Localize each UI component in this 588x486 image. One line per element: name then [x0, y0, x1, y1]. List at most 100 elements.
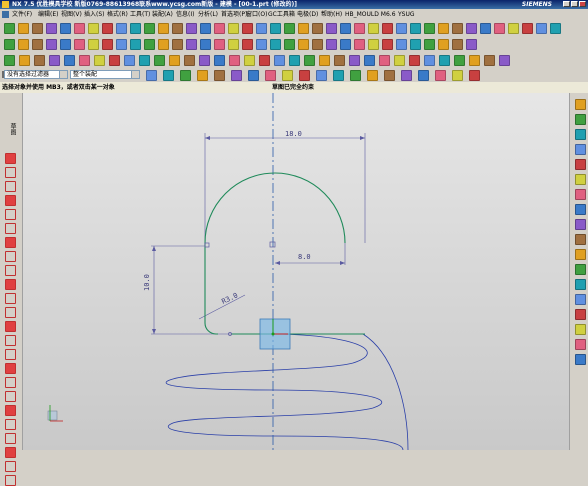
toolbar-3-tool-icon[interactable]	[484, 55, 495, 66]
menu-format[interactable]: 格式(R)	[107, 10, 128, 19]
toolbar-2-tool-icon[interactable]	[354, 39, 365, 50]
toolbar-2-tool-icon[interactable]	[172, 39, 183, 50]
toolbar-3-tool-icon[interactable]	[124, 55, 135, 66]
toolbar-2-tool-icon[interactable]	[326, 39, 337, 50]
toolbar-1-tool-icon[interactable]	[340, 23, 351, 34]
toolbar-3-tool-icon[interactable]	[4, 55, 15, 66]
toolbar-2-tool-icon[interactable]	[46, 39, 57, 50]
toolbar-3-tool-icon[interactable]	[274, 55, 285, 66]
toolbar-2-tool-icon[interactable]	[312, 39, 323, 50]
snap-point-tool-icon[interactable]	[265, 70, 276, 81]
toolbar-2-tool-icon[interactable]	[228, 39, 239, 50]
snap-point-tool-icon[interactable]	[435, 70, 446, 81]
toolbar-1-tool-icon[interactable]	[494, 23, 505, 34]
toolbar-3-tool-icon[interactable]	[499, 55, 510, 66]
type-filter-select[interactable]: 没有选择过滤器	[4, 70, 68, 79]
toolbar-3-tool-icon[interactable]	[184, 55, 195, 66]
toolbar-1-tool-icon[interactable]	[60, 23, 71, 34]
snap-point-tool-icon[interactable]	[197, 70, 208, 81]
sketch-canvas[interactable]: 18.0 8.0 10.0 R3.0	[23, 93, 569, 450]
sketch-curve-tool-icon[interactable]	[5, 321, 16, 332]
resource-tab-icon[interactable]	[575, 129, 586, 140]
resource-tab-icon[interactable]	[575, 99, 586, 110]
toolbar-2-tool-icon[interactable]	[130, 39, 141, 50]
toolbar-3-tool-icon[interactable]	[49, 55, 60, 66]
toolbar-3-tool-icon[interactable]	[19, 55, 30, 66]
toolbar-2-tool-icon[interactable]	[424, 39, 435, 50]
toolbar-2-tool-icon[interactable]	[410, 39, 421, 50]
resource-tab-icon[interactable]	[575, 189, 586, 200]
sketch-curve-tool-icon[interactable]	[5, 419, 16, 430]
menu-view[interactable]: 视图(V)	[61, 10, 82, 19]
toolbar-3-tool-icon[interactable]	[169, 55, 180, 66]
resource-tab-icon[interactable]	[575, 204, 586, 215]
toolbar-2-tool-icon[interactable]	[144, 39, 155, 50]
sketch-curve-tool-icon[interactable]	[5, 461, 16, 472]
toolbar-2-tool-icon[interactable]	[4, 39, 15, 50]
resource-tab-icon[interactable]	[575, 249, 586, 260]
resource-tab-icon[interactable]	[575, 159, 586, 170]
menu-help[interactable]: 帮助(H)	[321, 10, 342, 19]
menu-window[interactable]: 窗口(O)	[246, 10, 267, 19]
toolbar-2-tool-icon[interactable]	[102, 39, 113, 50]
toolbar-1-tool-icon[interactable]	[508, 23, 519, 34]
toolbar-1-tool-icon[interactable]	[368, 23, 379, 34]
toolbar-1-tool-icon[interactable]	[396, 23, 407, 34]
toolbar-2-tool-icon[interactable]	[396, 39, 407, 50]
toolbar-2-tool-icon[interactable]	[256, 39, 267, 50]
toolbar-3-tool-icon[interactable]	[154, 55, 165, 66]
snap-point-tool-icon[interactable]	[214, 70, 225, 81]
sketch-curve-tool-icon[interactable]	[5, 167, 16, 178]
resource-tab-icon[interactable]	[575, 294, 586, 305]
toolbar-3-tool-icon[interactable]	[364, 55, 375, 66]
snap-point-tool-icon[interactable]	[180, 70, 191, 81]
toolbar-1-tool-icon[interactable]	[438, 23, 449, 34]
toolbar-2-tool-icon[interactable]	[74, 39, 85, 50]
resource-tab-icon[interactable]	[575, 339, 586, 350]
toolbar-3-tool-icon[interactable]	[139, 55, 150, 66]
snap-point-tool-icon[interactable]	[350, 70, 361, 81]
toolbar-2-tool-icon[interactable]	[60, 39, 71, 50]
resource-tab-icon[interactable]	[575, 219, 586, 230]
toolbar-2-tool-icon[interactable]	[200, 39, 211, 50]
menu-hb-mould[interactable]: HB_MOULD M6.6	[345, 10, 396, 19]
menu-ysug[interactable]: YSUG	[398, 10, 415, 19]
toolbar-1-tool-icon[interactable]	[172, 23, 183, 34]
toolbar-3-tool-icon[interactable]	[229, 55, 240, 66]
menu-gc-toolbox[interactable]: GC工具箱	[268, 10, 295, 19]
toolbar-3-tool-icon[interactable]	[349, 55, 360, 66]
toolbar-3-tool-icon[interactable]	[424, 55, 435, 66]
resource-tab-icon[interactable]	[575, 279, 586, 290]
snap-point-tool-icon[interactable]	[163, 70, 174, 81]
chevron-down-icon[interactable]	[59, 71, 67, 78]
toolbar-3-tool-icon[interactable]	[79, 55, 90, 66]
toolbar-1-tool-icon[interactable]	[144, 23, 155, 34]
menu-insert[interactable]: 插入(S)	[84, 10, 105, 19]
toolbar-2-tool-icon[interactable]	[452, 39, 463, 50]
toolbar-1-tool-icon[interactable]	[46, 23, 57, 34]
snap-point-tool-icon[interactable]	[282, 70, 293, 81]
toolbar-1-tool-icon[interactable]	[466, 23, 477, 34]
dimension-radius-offset-label[interactable]: 8.0	[298, 253, 311, 261]
sketch-curve-tool-icon[interactable]	[5, 181, 16, 192]
minimize-button[interactable]	[563, 1, 570, 7]
snap-point-tool-icon[interactable]	[401, 70, 412, 81]
toolbar-1-tool-icon[interactable]	[116, 23, 127, 34]
sketch-curve-tool-icon[interactable]	[5, 307, 16, 318]
sketch-curve-tool-icon[interactable]	[5, 335, 16, 346]
toolbar-1-tool-icon[interactable]	[242, 23, 253, 34]
menu-electrode[interactable]: 电极(D)	[297, 10, 318, 19]
snap-point-tool-icon[interactable]	[231, 70, 242, 81]
app-menu-icon[interactable]	[2, 11, 9, 18]
toolbar-2-tool-icon[interactable]	[214, 39, 225, 50]
toolbar-1-tool-icon[interactable]	[424, 23, 435, 34]
menu-assembly[interactable]: 装配(A)	[152, 10, 173, 19]
snap-point-tool-icon[interactable]	[469, 70, 480, 81]
toolbar-1-tool-icon[interactable]	[158, 23, 169, 34]
toolbar-1-tool-icon[interactable]	[130, 23, 141, 34]
sketch-curve-tool-icon[interactable]	[5, 363, 16, 374]
toolbar-3-tool-icon[interactable]	[214, 55, 225, 66]
maximize-button[interactable]	[571, 1, 578, 7]
toolbar-2-tool-icon[interactable]	[284, 39, 295, 50]
toolbar-3-tool-icon[interactable]	[469, 55, 480, 66]
